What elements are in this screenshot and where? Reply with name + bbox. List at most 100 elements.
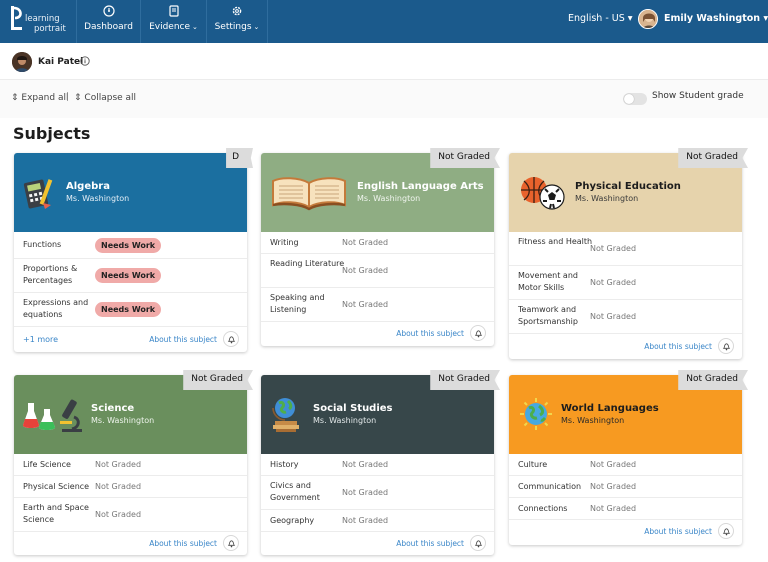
notification-button[interactable] bbox=[718, 523, 734, 539]
collapse-all-button[interactable]: ⇕ Collapse all bbox=[74, 93, 136, 103]
notification-button[interactable] bbox=[718, 338, 734, 354]
about-subject-link[interactable]: About this subject bbox=[149, 335, 217, 344]
strand-list: Fitness and Health Not Graded Movement a… bbox=[509, 232, 742, 334]
nav-evidence[interactable]: Evidence ⌄ bbox=[140, 0, 206, 43]
status-text: Not Graded bbox=[590, 482, 637, 491]
card-title: Physical Education bbox=[575, 181, 681, 192]
card-teacher: Ms. Washington bbox=[561, 416, 625, 425]
nav-dashboard[interactable]: Dashboard bbox=[76, 0, 140, 43]
status-text: Not Graded bbox=[95, 510, 142, 519]
status-text: Not Graded bbox=[590, 278, 637, 287]
card-teacher: Ms. Washington bbox=[357, 194, 421, 203]
card-footer: +1 more About this subject bbox=[14, 329, 247, 351]
list-item: Geography Not Graded bbox=[261, 510, 494, 532]
list-item: Writing Not Graded bbox=[261, 232, 494, 254]
status-text: Not Graded bbox=[342, 300, 389, 309]
card-teacher: Ms. Washington bbox=[575, 194, 639, 203]
user-name: Emily Washington bbox=[664, 13, 761, 24]
strand-list: Functions Needs Work Proportions & Perce… bbox=[14, 232, 247, 327]
about-subject-link[interactable]: About this subject bbox=[396, 539, 464, 548]
about-subject-link[interactable]: About this subject bbox=[644, 342, 712, 351]
student-header: Kai Patel bbox=[0, 43, 768, 80]
sports-balls-icon bbox=[521, 177, 565, 210]
notification-button[interactable] bbox=[470, 535, 486, 551]
list-item: Proportions & Percentages Needs Work bbox=[14, 259, 247, 293]
about-subject-link[interactable]: About this subject bbox=[396, 329, 464, 338]
logo-mark-icon bbox=[11, 6, 22, 30]
info-icon[interactable] bbox=[80, 56, 90, 66]
grade-ribbon: Not Graded bbox=[678, 148, 748, 168]
card-title: English Language Arts bbox=[357, 181, 484, 192]
strand-list: Life Science Not Graded Physical Science… bbox=[14, 454, 247, 532]
list-item: Fitness and Health Not Graded bbox=[509, 232, 742, 266]
card-title: Science bbox=[91, 403, 135, 414]
expand-all-button[interactable]: ⇕ Expand all bbox=[11, 93, 68, 103]
strand-name: Expressions and equations bbox=[23, 298, 89, 319]
notification-button[interactable] bbox=[470, 325, 486, 341]
grade-ribbon: Not Graded bbox=[430, 148, 500, 168]
bell-icon bbox=[722, 528, 731, 536]
gear-icon bbox=[232, 6, 242, 16]
list-item: Earth and Space Science Not Graded bbox=[14, 498, 247, 532]
list-item: Teamwork and Sportsmanship Not Graded bbox=[509, 300, 742, 334]
book-icon bbox=[168, 5, 179, 17]
student-avatar bbox=[12, 52, 32, 72]
card-teacher: Ms. Washington bbox=[313, 416, 377, 425]
show-grade-toggle[interactable] bbox=[623, 93, 647, 105]
subject-card-science[interactable]: Science Ms. Washington Not Graded Life S… bbox=[14, 370, 253, 555]
subject-card-world-languages[interactable]: World Languages Ms. Washington Not Grade… bbox=[509, 370, 748, 545]
strand-name: Speaking and Listening bbox=[270, 293, 325, 314]
list-item: Movement and Motor Skills Not Graded bbox=[509, 266, 742, 300]
user-avatar bbox=[638, 9, 658, 29]
list-item: Life Science Not Graded bbox=[14, 454, 247, 476]
strand-name: Earth and Space Science bbox=[23, 503, 89, 524]
bell-icon bbox=[474, 540, 483, 548]
open-book-icon bbox=[272, 177, 346, 211]
subject-card-algebra[interactable]: Algebra Ms. Washington D Functions Needs… bbox=[14, 148, 253, 352]
show-more-link[interactable]: +1 more bbox=[23, 335, 58, 344]
show-grade-label: Show Student grade bbox=[652, 91, 744, 101]
subject-card-physical-education[interactable]: Physical Education Ms. Washington Not Gr… bbox=[509, 148, 748, 359]
toggle-knob bbox=[624, 94, 634, 104]
about-subject-link[interactable]: About this subject bbox=[149, 539, 217, 548]
globe-books-icon bbox=[272, 398, 299, 432]
card-footer: About this subject bbox=[261, 533, 494, 555]
card-header: Algebra Ms. Washington bbox=[14, 153, 247, 232]
status-text: Not Graded bbox=[342, 460, 389, 469]
grade-ribbon: D bbox=[226, 148, 253, 168]
subject-card-english-language-arts[interactable]: English Language Arts Ms. Washington Not… bbox=[261, 148, 500, 346]
notification-button[interactable] bbox=[223, 331, 239, 347]
calculator-icon bbox=[23, 179, 53, 209]
strand-name: Proportions & Percentages bbox=[23, 264, 78, 285]
card-footer: About this subject bbox=[509, 521, 742, 543]
strand-name: Culture bbox=[518, 460, 548, 469]
nav-dashboard-label: Dashboard bbox=[84, 22, 133, 32]
list-item: Communication Not Graded bbox=[509, 476, 742, 498]
strand-name: Connections bbox=[518, 504, 568, 513]
status-text: Not Graded bbox=[342, 266, 389, 275]
strand-list: Writing Not Graded Reading Literature No… bbox=[261, 232, 494, 322]
controls-bar: ⇕ Expand all | ⇕ Collapse all Show Stude… bbox=[0, 80, 768, 118]
list-item: Speaking and Listening Not Graded bbox=[261, 288, 494, 322]
subject-card-social-studies[interactable]: Social Studies Ms. Washington Not Graded… bbox=[261, 370, 500, 555]
status-text: Not Graded bbox=[590, 504, 637, 513]
grade-ribbon: Not Graded bbox=[430, 370, 500, 390]
page-title: Subjects bbox=[13, 124, 91, 143]
card-footer: About this subject bbox=[14, 533, 247, 555]
strand-name: Movement and Motor Skills bbox=[518, 271, 578, 292]
nav-settings[interactable]: Settings ⌄ bbox=[206, 0, 268, 43]
list-item: Civics and Government Not Graded bbox=[261, 476, 494, 510]
chevron-down-icon: ⌄ bbox=[253, 23, 260, 31]
card-title: Social Studies bbox=[313, 403, 393, 414]
strand-list: History Not Graded Civics and Government… bbox=[261, 454, 494, 532]
status-text: Not Graded bbox=[95, 460, 142, 469]
logo-wordmark: learning portrait bbox=[25, 14, 66, 34]
notification-button[interactable] bbox=[223, 535, 239, 551]
strand-name: Civics and Government bbox=[270, 481, 320, 502]
person-icon bbox=[639, 10, 657, 28]
top-navigation-bar: learning portrait Dashboard Evidence ⌄ Se… bbox=[0, 0, 768, 43]
about-subject-link[interactable]: About this subject bbox=[644, 527, 712, 536]
language-selector[interactable]: English - US ▾ bbox=[568, 13, 633, 24]
learning-portrait-logo[interactable]: learning portrait bbox=[10, 3, 68, 39]
student-name: Kai Patel bbox=[38, 57, 84, 67]
